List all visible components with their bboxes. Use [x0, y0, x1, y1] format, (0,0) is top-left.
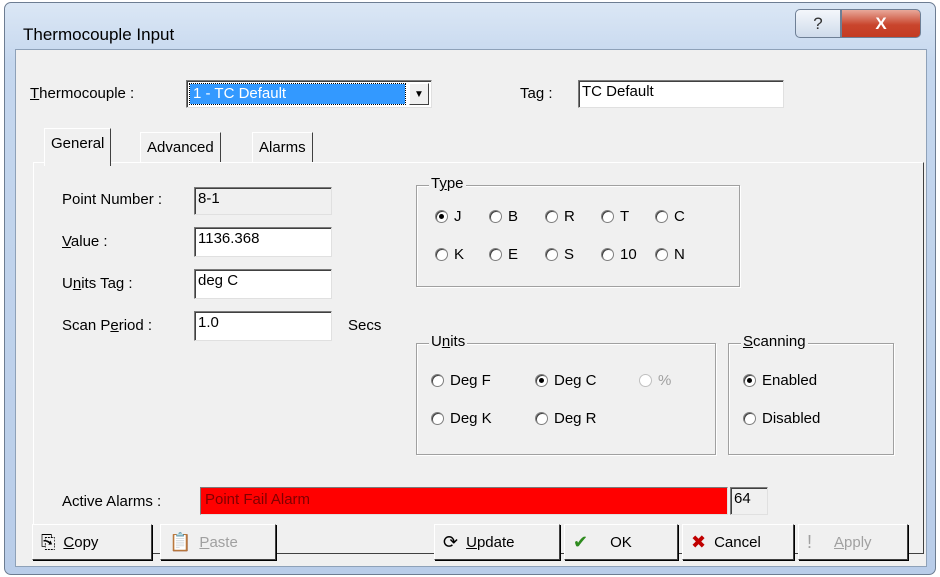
ok-button[interactable]: ✔ OK: [564, 524, 678, 560]
units-radio-deg-c[interactable]: Deg C: [535, 372, 597, 389]
point-number-field: 8-1: [194, 187, 332, 215]
close-button[interactable]: X: [841, 9, 921, 38]
radio-icon: [535, 412, 548, 425]
apply-button[interactable]: ! Apply: [798, 524, 908, 560]
radio-icon: [431, 412, 444, 425]
type-group-title: Type: [429, 175, 466, 192]
paste-label: Paste: [199, 533, 238, 551]
update-icon: ⟳: [443, 532, 459, 552]
help-button[interactable]: ?: [795, 9, 841, 38]
thermocouple-select[interactable]: 1 - TC Default ▼: [186, 80, 432, 108]
units-tag-input[interactable]: deg C: [194, 269, 332, 299]
units-group: Units Deg F Deg C % Deg K Deg R: [416, 333, 716, 455]
active-alarms-field: Point Fail Alarm: [200, 487, 728, 515]
units-radio-percent: %: [639, 372, 671, 389]
units-tag-label: Units Tag :: [62, 275, 133, 292]
scan-period-unit: Secs: [348, 317, 382, 334]
type-group: Type J B R T C K E S 10 N: [416, 175, 740, 287]
tag-label: Tag :: [520, 85, 553, 102]
tab-advanced[interactable]: Advanced: [140, 132, 221, 164]
type-radio-r[interactable]: R: [545, 208, 575, 225]
update-label: Update: [466, 533, 515, 551]
tab-alarms[interactable]: Alarms: [252, 132, 313, 164]
chevron-down-icon[interactable]: ▼: [409, 83, 429, 105]
type-radio-k[interactable]: K: [435, 246, 464, 263]
radio-icon: [489, 248, 502, 261]
type-radio-n[interactable]: N: [655, 246, 685, 263]
window-title: Thermocouple Input: [23, 25, 175, 44]
radio-icon: [601, 210, 614, 223]
dialog-window: Thermocouple Input ? X Thermocouple : 1 …: [4, 2, 936, 575]
apply-label: Apply: [834, 533, 872, 551]
radio-icon: [655, 248, 668, 261]
radio-icon: [743, 412, 756, 425]
radio-icon: [545, 210, 558, 223]
help-icon: ?: [813, 13, 823, 33]
units-radio-deg-k[interactable]: Deg K: [431, 410, 492, 427]
copy-button[interactable]: ⎘ Copy: [32, 524, 152, 560]
update-button[interactable]: ⟳ Update: [434, 524, 560, 560]
radio-checked-icon: [435, 210, 448, 223]
cancel-button[interactable]: ✖ Cancel: [682, 524, 794, 560]
copy-label: Copy: [63, 533, 99, 551]
type-radio-j[interactable]: J: [435, 208, 462, 225]
thermocouple-label: Thermocouple :: [30, 85, 135, 102]
scan-period-label: Scan Period :: [62, 317, 153, 334]
scanning-radio-enabled[interactable]: Enabled: [743, 372, 817, 389]
close-icon: X: [875, 13, 887, 33]
radio-icon: [639, 374, 652, 387]
value-input[interactable]: 1136.368: [194, 227, 332, 257]
tag-input[interactable]: TC Default: [578, 80, 784, 108]
paste-icon: 📋: [169, 532, 192, 552]
radio-icon: [435, 248, 448, 261]
checkmark-icon: ✔: [573, 532, 589, 552]
type-radio-c[interactable]: C: [655, 208, 685, 225]
type-radio-e[interactable]: E: [489, 246, 518, 263]
scanning-group: Scanning Enabled Disabled: [728, 333, 894, 455]
copy-icon: ⎘: [41, 532, 56, 552]
scanning-radio-disabled[interactable]: Disabled: [743, 410, 820, 427]
point-number-label: Point Number :: [62, 191, 163, 208]
thermocouple-selected-value: 1 - TC Default: [189, 83, 406, 105]
radio-icon: [545, 248, 558, 261]
scan-period-input[interactable]: 1.0: [194, 311, 332, 341]
type-radio-b[interactable]: B: [489, 208, 518, 225]
radio-checked-icon: [535, 374, 548, 387]
units-group-title: Units: [429, 333, 468, 350]
type-radio-s[interactable]: S: [545, 246, 574, 263]
active-alarms-label: Active Alarms :: [62, 493, 162, 510]
dialog-client: Thermocouple : 1 - TC Default ▼ Tag : TC…: [15, 49, 927, 567]
ok-label: OK: [610, 533, 632, 551]
type-radio-t[interactable]: T: [601, 208, 629, 225]
units-radio-deg-f[interactable]: Deg F: [431, 372, 491, 389]
radio-icon: [601, 248, 614, 261]
paste-button[interactable]: 📋 Paste: [160, 524, 276, 560]
exclamation-icon: !: [807, 532, 813, 552]
radio-icon: [655, 210, 668, 223]
cancel-label: Cancel: [714, 533, 761, 551]
units-radio-deg-r[interactable]: Deg R: [535, 410, 597, 427]
general-tab-panel: Point Number : 8-1 Value : 1136.368 Unit…: [33, 162, 924, 554]
radio-checked-icon: [743, 374, 756, 387]
title-bar: Thermocouple Input ? X: [5, 3, 935, 55]
radio-icon: [489, 210, 502, 223]
cancel-x-icon: ✖: [691, 532, 707, 552]
tab-general[interactable]: General: [44, 128, 112, 166]
active-alarms-code: 64: [730, 487, 768, 515]
type-radio-10[interactable]: 10: [601, 246, 637, 263]
value-label: Value :: [62, 233, 108, 250]
radio-icon: [431, 374, 444, 387]
scanning-group-title: Scanning: [741, 333, 808, 350]
